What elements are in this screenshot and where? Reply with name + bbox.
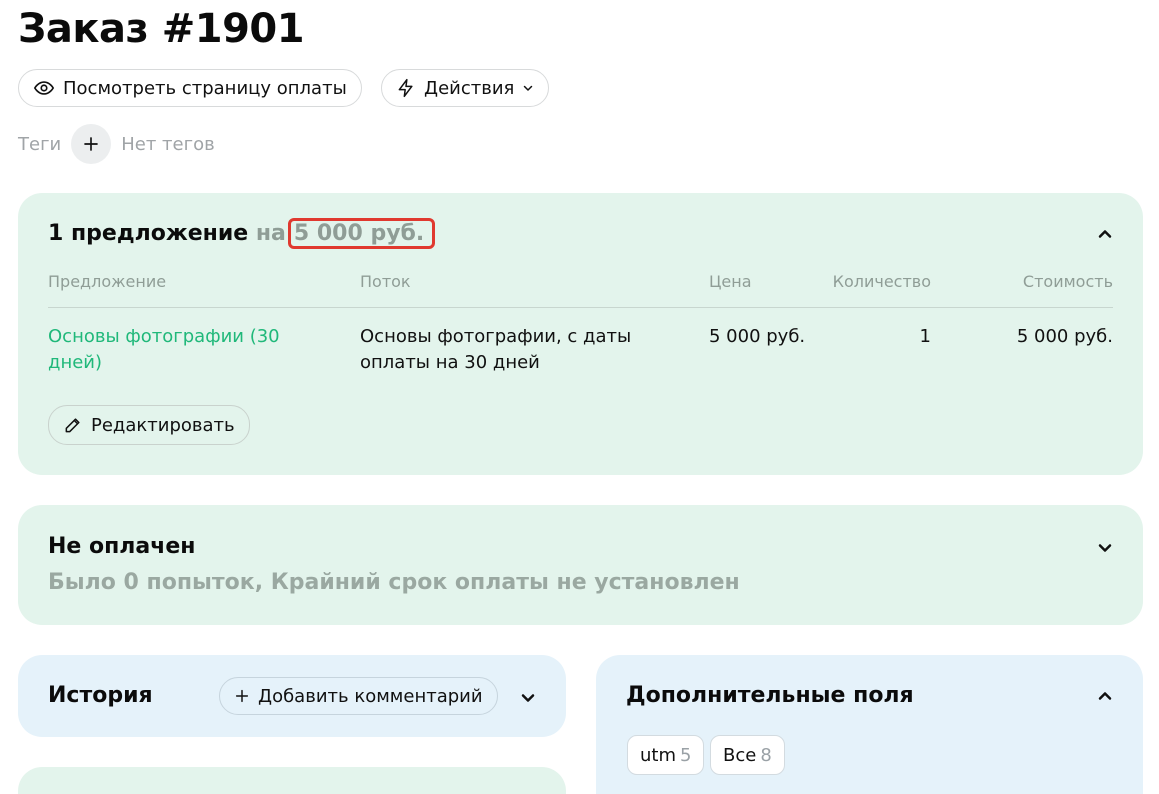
chevron-up-icon[interactable] [1095,224,1115,244]
table-divider [48,307,1113,308]
history-title: История [48,683,153,708]
offers-connector: на [255,221,286,246]
tags-label: Теги [18,133,62,155]
chevron-down-icon[interactable] [518,688,538,708]
plus-icon [235,689,249,703]
tags-row: Теги Нет тегов [18,124,215,164]
edit-label: Редактировать [91,414,235,436]
column-header-offer: Предложение [48,272,167,291]
column-header-cost: Стоимость [1022,272,1113,291]
next-card [18,767,566,794]
view-payment-page-label: Посмотреть страницу оплаты [63,77,347,99]
column-header-price: Цена [709,272,752,291]
offer-price: 5 000 руб. [709,326,806,347]
offers-summary: 1 предложение на 5 000 руб. [48,218,436,249]
filter-chip-count: 8 [760,744,772,766]
plus-icon [84,137,99,151]
offer-link[interactable]: Основы фотографии (30 дней) [48,324,328,376]
chevron-down-icon [524,85,533,91]
filter-chip-count: 5 [680,744,692,766]
filter-chip-all[interactable]: Все 8 [710,735,785,775]
edit-offers-button[interactable]: Редактировать [48,405,250,445]
chevron-down-icon[interactable] [1095,538,1115,558]
offer-stream: Основы фотографии, с даты оплаты на 30 д… [360,326,632,373]
filter-chip-label: Все [723,744,757,766]
filter-chip-label: utm [640,744,676,766]
offer-quantity: 1 [919,326,931,347]
add-comment-button[interactable]: Добавить комментарий [219,677,498,715]
offer-cost: 5 000 руб. [1016,326,1113,347]
column-header-stream: Поток [360,272,411,291]
extra-fields-title: Дополнительные поля [626,683,914,708]
lightning-icon [398,78,413,98]
filter-chip-utm[interactable]: utm 5 [627,735,705,775]
tags-empty-text: Нет тегов [121,133,215,155]
column-header-quantity: Количество [832,272,931,291]
payment-status-details: Было 0 попыток, Крайний срок оплаты не у… [48,570,740,595]
eye-icon [33,81,55,95]
actions-button[interactable]: Действия [381,69,550,107]
add-comment-label: Добавить комментарий [258,685,483,707]
add-tag-button[interactable] [71,124,112,164]
chevron-up-icon[interactable] [1095,686,1115,706]
offers-count: 1 предложение [48,221,249,246]
actions-label: Действия [424,77,515,99]
payment-status-title: Не оплачен [48,534,196,559]
page-title: Заказ #1901 [18,6,305,52]
view-payment-page-button[interactable]: Посмотреть страницу оплаты [18,69,362,107]
payment-status-card [18,505,1143,625]
offers-total-highlight: 5 000 руб. [287,218,436,249]
pencil-icon [65,418,80,433]
